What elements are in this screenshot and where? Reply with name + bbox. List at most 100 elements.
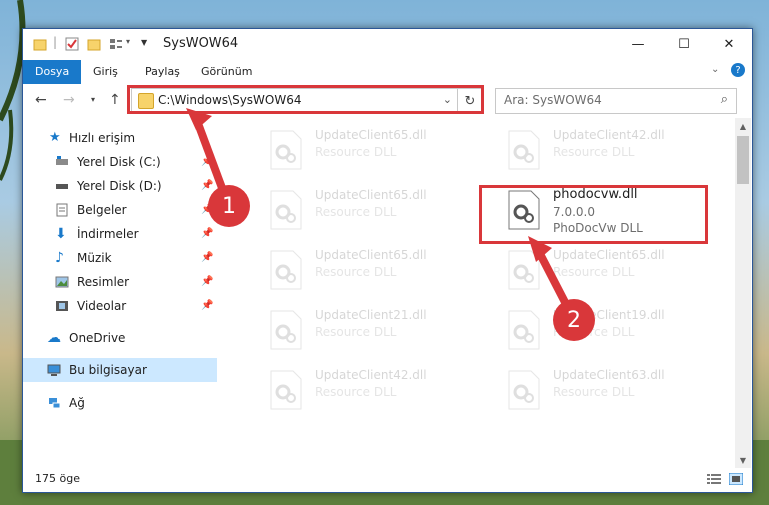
pictures-icon [55, 276, 69, 288]
dll-file-icon [270, 370, 302, 410]
new-folder-icon[interactable] [87, 37, 101, 51]
separator: | [53, 35, 58, 49]
sidebar-item-label: Resimler [77, 275, 130, 289]
customize-toolbar-icon[interactable] [109, 37, 123, 51]
sidebar-item-network[interactable]: Ağ [23, 391, 217, 415]
maximize-button[interactable]: ☐ [661, 29, 707, 60]
tab-file[interactable]: Dosya [23, 60, 82, 84]
file-description: Resource DLL [315, 145, 397, 159]
dll-file-icon [508, 250, 540, 290]
navigation-bar: ← → ▾ ↑ C:\Windows\SysWOW64 ⌄ ↻ Ara: Sys… [23, 84, 752, 118]
pin-icon[interactable]: 📌 [201, 270, 213, 294]
file-name: UpdateClient65.dll [315, 248, 427, 262]
sidebar-item-quick-access[interactable]: ★ Hızlı erişim [23, 126, 217, 150]
close-icon: ✕ [723, 37, 735, 52]
file-description: Resource DLL [553, 265, 635, 279]
ribbon-tabs: Dosya Giriş Paylaş Görünüm ⌄ ? [23, 60, 752, 84]
file-item[interactable]: UpdateClient42.dll Resource DLL [485, 128, 715, 178]
ribbon-expand-icon[interactable]: ⌄ [711, 64, 719, 75]
sidebar-item-music[interactable]: ♪ Müzik 📌 [23, 246, 217, 270]
file-name: UpdateClient65.dll [553, 248, 665, 262]
file-item[interactable]: UpdateClient65.dll Resource DLL [485, 248, 715, 298]
window-title: SysWOW64 [163, 36, 239, 51]
music-note-icon: ♪ [55, 250, 64, 266]
file-item[interactable]: UpdateClient19.dll Resource DLL [485, 308, 715, 358]
details-view-icon[interactable] [707, 473, 721, 485]
file-item[interactable]: UpdateClient65.dll Resource DLL [247, 128, 477, 178]
cloud-icon: ☁ [47, 330, 61, 346]
address-highlight-box [127, 85, 484, 114]
file-description: Resource DLL [315, 205, 397, 219]
search-box[interactable]: Ara: SysWOW64 ⌕ [495, 88, 737, 114]
drive-icon [56, 156, 68, 165]
file-name: UpdateClient65.dll [315, 188, 427, 202]
sidebar-item-label: Ağ [69, 396, 85, 410]
sidebar-item-this-pc[interactable]: Bu bilgisayar [23, 358, 217, 382]
file-description: Resource DLL [553, 145, 635, 159]
callout-step-1: 1 [208, 185, 250, 227]
file-item[interactable]: UpdateClient63.dll Resource DLL [485, 368, 715, 418]
back-arrow-icon[interactable]: ← [35, 92, 47, 108]
forward-arrow-icon[interactable]: → [63, 92, 75, 108]
minimize-button[interactable]: — [615, 29, 661, 60]
recent-locations-chevron-icon[interactable]: ▾ [91, 95, 95, 104]
sidebar-item-downloads[interactable]: ⬇ İndirmeler 📌 [23, 222, 217, 246]
file-item[interactable]: UpdateClient42.dll Resource DLL [247, 368, 477, 418]
scroll-thumb[interactable] [737, 136, 749, 184]
file-item[interactable]: UpdateClient21.dll Resource DLL [247, 308, 477, 358]
large-icons-view-icon[interactable] [729, 473, 743, 485]
file-name: UpdateClient65.dll [315, 128, 427, 142]
file-name: UpdateClient42.dll [553, 128, 665, 142]
computer-icon [47, 364, 61, 376]
dll-file-icon [508, 370, 540, 410]
network-icon [49, 398, 61, 409]
dll-file-icon [270, 310, 302, 350]
sidebar-item-videos[interactable]: Videolar 📌 [23, 294, 217, 318]
pin-icon[interactable]: 📌 [201, 246, 213, 270]
star-icon: ★ [49, 130, 61, 145]
sidebar-item-onedrive[interactable]: ☁ OneDrive [23, 326, 217, 350]
dll-file-icon [508, 130, 540, 170]
title-bar: | ▾ ▼ SysWOW64 — ☐ ✕ [23, 29, 752, 60]
pin-icon[interactable]: 📌 [201, 222, 213, 246]
file-item[interactable]: UpdateClient65.dll Resource DLL [247, 248, 477, 298]
file-name: UpdateClient42.dll [315, 368, 427, 382]
qat-dropdown-icon[interactable]: ▼ [141, 38, 147, 47]
file-description: Resource DLL [315, 265, 397, 279]
file-highlight-box [479, 185, 708, 244]
sidebar-item-label: Belgeler [77, 203, 127, 217]
file-item[interactable]: UpdateClient65.dll Resource DLL [247, 188, 477, 238]
explorer-window: | ▾ ▼ SysWOW64 — ☐ ✕ Dosya Giriş Paylaş … [22, 28, 753, 493]
sidebar-item-label: İndirmeler [77, 227, 139, 241]
videos-icon [56, 301, 68, 311]
scroll-up-icon[interactable]: ▲ [735, 118, 751, 134]
sidebar-item-documents[interactable]: Belgeler 📌 [23, 198, 217, 222]
quick-access-toolbar-chevron-icon[interactable]: ▾ [126, 37, 130, 46]
sidebar-item-label: Müzik [77, 251, 112, 265]
vertical-scrollbar[interactable]: ▲ ▼ [735, 118, 751, 468]
properties-icon[interactable] [65, 37, 79, 51]
sidebar-item-label: OneDrive [69, 331, 126, 345]
pin-icon[interactable]: 📌 [201, 294, 213, 318]
tab-view[interactable]: Görünüm [189, 60, 264, 84]
search-placeholder[interactable]: Ara: SysWOW64 [504, 93, 602, 107]
sidebar-item-local-disk-c[interactable]: Yerel Disk (C:) 📌 [23, 150, 217, 174]
close-button[interactable]: ✕ [706, 29, 752, 60]
dll-file-icon [270, 190, 302, 230]
sidebar-item-local-disk-d[interactable]: Yerel Disk (D:) 📌 [23, 174, 217, 198]
sidebar-item-label: Bu bilgisayar [69, 363, 147, 377]
dll-file-icon [270, 130, 302, 170]
sidebar-item-label: Hızlı erişim [69, 131, 136, 145]
tab-share[interactable]: Paylaş [133, 60, 192, 84]
pin-icon[interactable]: 📌 [201, 150, 213, 174]
file-description: Resource DLL [315, 325, 397, 339]
up-arrow-icon[interactable]: ↑ [109, 92, 121, 108]
sidebar-item-pictures[interactable]: Resimler 📌 [23, 270, 217, 294]
search-icon[interactable]: ⌕ [721, 92, 728, 107]
help-icon[interactable]: ? [731, 63, 745, 77]
minimize-icon: — [631, 37, 645, 52]
tab-home[interactable]: Giriş [81, 60, 130, 84]
scroll-down-icon[interactable]: ▼ [735, 452, 751, 468]
file-description: Resource DLL [315, 385, 397, 399]
drive-icon [56, 184, 68, 189]
